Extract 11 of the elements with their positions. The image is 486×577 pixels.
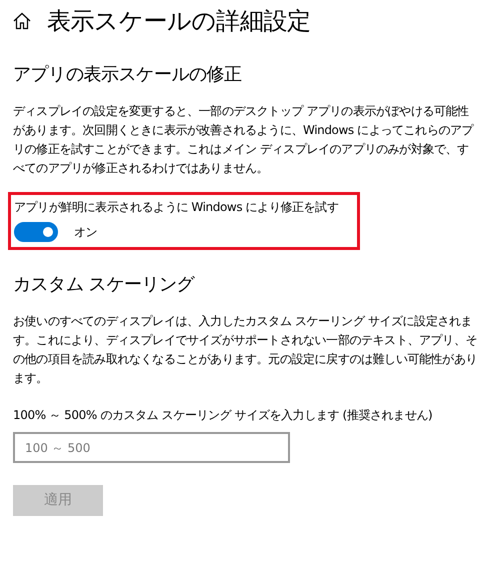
section-heading: アプリの表示スケールの修正: [13, 63, 243, 87]
page-title: 表示スケールの詳細設定: [47, 6, 311, 37]
toggle-label: アプリが鮮明に表示されるように Windows により修正を試す: [14, 199, 340, 216]
scale-input-field[interactable]: 100 ～ 500: [13, 432, 290, 463]
description-text: お使いのすべてのディスプレイは、入力したカスタム スケーリング サイズに設定されます。これにより、ディスプレイでサイズがサポートされない一部のテキスト、アプリ、その他の項目を読み取れなくなることがあります。元の設定に戻すのは難しい可能性があります。: [13, 313, 478, 387]
toggle-state: オン: [74, 224, 98, 241]
toggle-switch[interactable]: [14, 222, 58, 242]
input-label: 100% ～ 500% のカスタム スケーリング サイズを入力します (推奨されません): [13, 407, 434, 424]
home-icon[interactable]: [13, 12, 31, 30]
description-text: ディスプレイの設定を変更すると、一部のデスクトップ アプリの表示がぼやける可能性があります。次回開くときに表示が改善されるように、Windows によってこれらのアプリの修正を試すことができます。これはメイン ディスプレイのアプリのみが対象で、すべてのアプリが修正されるわけではありません。: [13, 103, 475, 177]
section-heading: カスタム スケーリング: [13, 273, 196, 297]
